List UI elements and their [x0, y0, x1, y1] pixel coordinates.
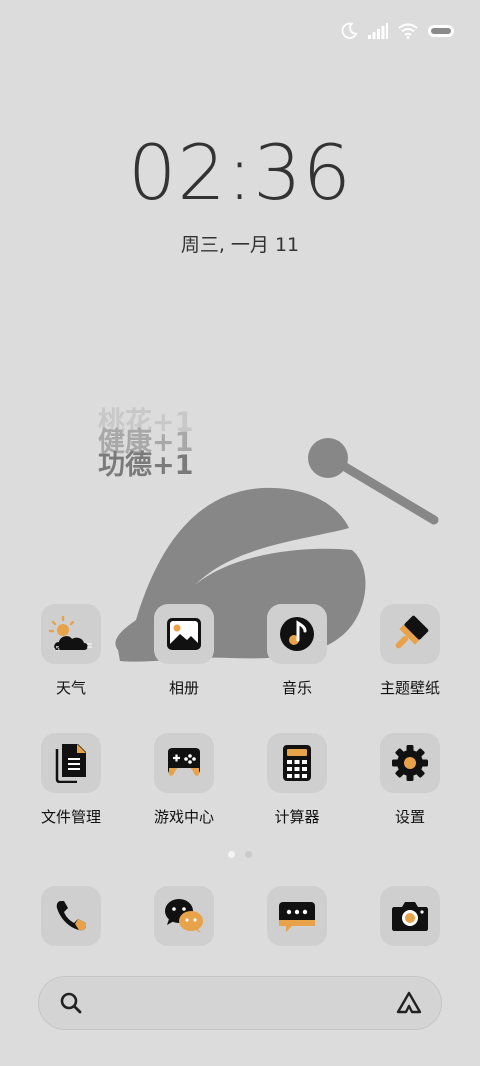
dock-camera[interactable] — [360, 886, 460, 946]
lockscreen-date: 周三, 一月 11 — [180, 234, 300, 256]
gallery-icon — [167, 618, 201, 650]
settings-gear-icon — [392, 745, 428, 781]
files-icon — [55, 744, 86, 783]
app-gallery[interactable]: 相册 — [134, 604, 234, 698]
camera-icon — [392, 902, 428, 931]
search-bar[interactable] — [38, 976, 442, 1030]
gamepad-icon — [168, 748, 200, 776]
merit-text-3: 功德+1 — [98, 450, 194, 481]
dock-phone[interactable] — [21, 886, 121, 946]
theme-brush-icon — [395, 615, 429, 649]
calculator-icon — [283, 745, 311, 781]
dock-wechat[interactable] — [134, 886, 234, 946]
messages-icon — [279, 902, 315, 932]
app-game-center[interactable]: 游戏中心 — [134, 733, 234, 827]
page-indicator — [0, 851, 480, 858]
music-icon — [280, 617, 314, 651]
app-label: 游戏中心 — [153, 808, 214, 826]
app-label: 计算器 — [274, 808, 320, 826]
page-dot-active[interactable] — [228, 851, 235, 858]
app-weather[interactable]: -5 天气 — [21, 604, 121, 698]
svg-text:-5: -5 — [53, 645, 60, 653]
page-dot[interactable] — [245, 851, 252, 858]
app-label: 音乐 — [281, 679, 312, 697]
app-settings[interactable]: 设置 — [360, 733, 460, 827]
app-label: 主题壁纸 — [379, 679, 440, 697]
weather-icon: -5 — [49, 615, 92, 653]
wifi-icon — [398, 23, 418, 39]
app-label: 天气 — [55, 679, 86, 697]
app-label: 设置 — [394, 808, 425, 826]
app-theme-wallpaper[interactable]: 主题壁纸 — [360, 604, 460, 698]
search-icon[interactable] — [59, 991, 83, 1015]
app-label: 相册 — [168, 679, 199, 697]
signal-icon — [368, 23, 388, 39]
dock-messages[interactable] — [247, 886, 347, 946]
app-music[interactable]: 音乐 — [247, 604, 347, 698]
app-calculator[interactable]: 计算器 — [247, 733, 347, 827]
moon-icon — [341, 22, 358, 39]
app-file-manager[interactable]: 文件管理 — [21, 733, 121, 827]
phone-icon — [56, 901, 86, 931]
assistant-icon[interactable] — [395, 990, 423, 1016]
status-bar — [340, 18, 454, 44]
lockscreen-clock: 02:36 — [127, 128, 353, 217]
battery-icon — [428, 25, 454, 37]
wechat-icon — [165, 899, 203, 933]
app-label: 文件管理 — [40, 808, 101, 826]
